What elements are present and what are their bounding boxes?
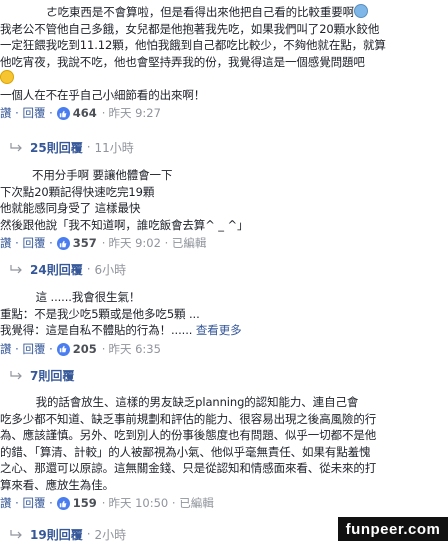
comment-2-text: 不用分手啊 要讓他體會一下 下次點20顆記得快速吃完19顆 他就能感同身受了 這…: [0, 167, 448, 233]
replies-count[interactable]: 24則回覆: [30, 261, 83, 278]
view-replies-3[interactable]: 7則回覆: [10, 362, 74, 388]
reply-arrow-icon: [10, 530, 22, 539]
reply-arrow-icon: [10, 265, 22, 274]
replies-count[interactable]: 25則回覆: [30, 139, 83, 156]
reply-arrow-icon: [10, 371, 22, 380]
like-count[interactable]: 159: [73, 495, 97, 512]
like-icon: [56, 342, 70, 356]
comment-4-line-6: 算來看、應放生為佳。: [0, 477, 114, 492]
reply-arrow-icon: [10, 143, 22, 152]
comment-time[interactable]: 昨天 9:27: [108, 105, 160, 122]
comment-4-line-1: 我的話會放生、這樣的男友缺乏planning的認知能力、連自己會: [0, 395, 359, 409]
comment-3-actions: 讚 · 回覆 · 205 · 昨天 6:35: [0, 341, 161, 358]
replies-count[interactable]: 19則回覆: [30, 526, 83, 541]
like-icon: [56, 497, 70, 510]
comment-2-line-1: 不用分手啊 要讓他體會一下: [0, 168, 173, 182]
comment-1-line-2: 我老公不管他自己多餓，女兒都是他抱著我先吃，如果我們叫了20顆水餃他: [0, 21, 380, 36]
comment-2-line-4: 然後跟他說「我不知道啊，誰吃飯會去算^ _ ^」: [0, 217, 249, 232]
like-reply-links[interactable]: 讚 · 回覆 ·: [0, 341, 53, 358]
comment-4-line-5: 之心、那還可以原諒。這無關金錢、只是從認知和情感面來看、從未來的打: [0, 461, 377, 475]
comment-4: 我的話會放生、這樣的男友缺乏planning的認知能力、連自己會 吃多少都不知道…: [0, 394, 448, 512]
comment-1-line-1: ㄜ吃東西是不會算啦，但是看得出來他把自己看的比較重要啊: [0, 5, 355, 19]
like-icon: [56, 237, 70, 250]
comment-1-line-4: 他吃宵夜，我說不吃，他也會堅持弄我的份，我覺得這是一個感覺問題吧: [0, 54, 365, 69]
comment-1-actions: 讚 · 回覆 · 464 · 昨天 9:27: [0, 105, 161, 122]
comment-1-text: ㄜ吃東西是不會算啦，但是看得出來他把自己看的比較重要啊 我老公不管他自己多餓，女…: [0, 4, 448, 103]
replies-time: 6小時: [94, 262, 127, 277]
replies-time: 11小時: [94, 140, 134, 155]
comment-time[interactable]: 昨天 10:50 · 已編輯: [108, 495, 213, 512]
comment-3-text: 這 ......我會很生氣！ 重點：不是我少吃5顆或是他多吃5顆 ... 我覺得…: [0, 289, 448, 339]
comment-2: 不用分手啊 要讓他體會一下 下次點20顆記得快速吃完19顆 他就能感同身受了 這…: [0, 167, 448, 252]
comment-2-actions: 讚 · 回覆 · 357 · 昨天 9:02 · 已編輯: [0, 235, 207, 252]
see-more-link[interactable]: 查看更多: [196, 323, 242, 337]
site-watermark: funpeer.com: [338, 517, 448, 541]
comment-time[interactable]: 昨天 6:35: [108, 341, 160, 358]
replies-time: 2小時: [94, 527, 127, 541]
like-reply-links[interactable]: 讚 · 回覆 ·: [0, 105, 53, 122]
comment-2-line-3: 他就能感同身受了 這樣最快: [0, 201, 141, 215]
grinning-face-emoji-icon: [0, 70, 14, 84]
view-replies-2[interactable]: 24則回覆 · 6小時: [10, 256, 126, 282]
comment-4-line-2: 吃多少都不知道、缺乏事前規劃和評估的能力、很容易出現之後高風險的行: [0, 411, 377, 426]
like-reply-links[interactable]: 讚 · 回覆 ·: [0, 235, 53, 252]
comment-1: ㄜ吃東西是不會算啦，但是看得出來他把自己看的比較重要啊 我老公不管他自己多餓，女…: [0, 4, 448, 122]
like-reply-links[interactable]: 讚 · 回覆 ·: [0, 495, 53, 512]
comment-3-line-2: 重點：不是我少吃5顆或是他多吃5顆 ...: [0, 306, 200, 321]
like-count[interactable]: 357: [73, 235, 97, 252]
view-replies-1[interactable]: 25則回覆 · 11小時: [10, 134, 134, 160]
comment-1-line-3: 一定狂餵我吃到11.12顆，他怕我餓到自己都吃比較少，不夠他就在點，就算: [0, 38, 386, 52]
comment-2-line-2: 下次點20顆記得快速吃完19顆: [0, 184, 155, 199]
comment-1-line-5: 一個人在不在乎自己小細節看的出來啊！: [0, 87, 206, 102]
comment-4-line-4: 的錯、「算清、計較」的人被鄙視為小氣、他似乎毫無責任、如果有點羞愧: [0, 444, 371, 459]
comment-3: 這 ......我會很生氣！ 重點：不是我少吃5顆或是他多吃5顆 ... 我覺得…: [0, 289, 448, 358]
view-replies-4[interactable]: 19則回覆 · 2小時: [10, 521, 126, 541]
comment-4-line-3: 為、應該謹慎。另外、吃到別人的份事後態度也有問題、似乎一切都不是他: [0, 428, 377, 442]
comment-3-line-1: 這 ......我會很生氣！: [0, 290, 141, 304]
comment-4-actions: 讚 · 回覆 · 159 · 昨天 10:50 · 已編輯: [0, 495, 214, 512]
like-icon: [56, 107, 70, 120]
like-count[interactable]: 205: [73, 341, 97, 358]
comment-4-text: 我的話會放生、這樣的男友缺乏planning的認知能力、連自己會 吃多少都不知道…: [0, 394, 448, 493]
worried-face-emoji-icon: [354, 4, 369, 18]
comment-time[interactable]: 昨天 9:02 · 已編輯: [108, 235, 206, 252]
comment-3-line-3: 我覺得：這是自私不體貼的行為！......: [0, 323, 193, 337]
like-count[interactable]: 464: [73, 105, 97, 122]
replies-count[interactable]: 7則回覆: [30, 367, 74, 384]
